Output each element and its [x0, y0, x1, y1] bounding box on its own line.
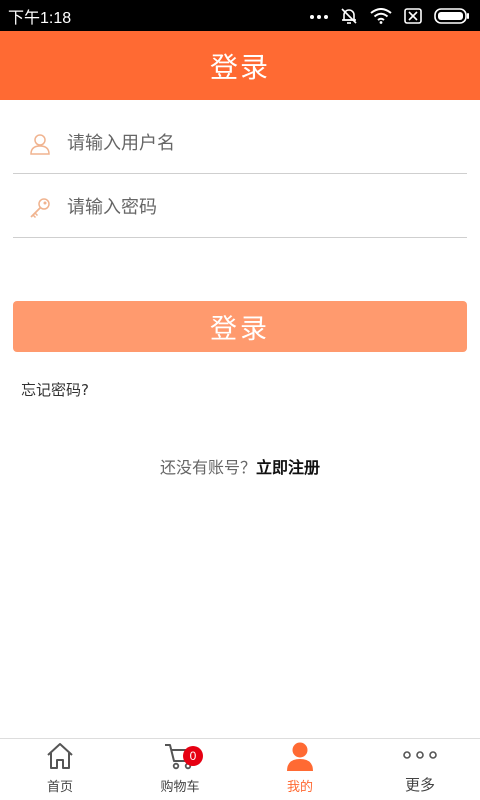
- key-icon: [27, 195, 53, 221]
- bell-muted-icon: [340, 7, 358, 25]
- nav-label-mine: 我的: [286, 780, 313, 795]
- more-dots-icon: [402, 739, 438, 770]
- password-field[interactable]: [13, 178, 467, 238]
- no-sim-icon: [404, 7, 422, 24]
- page-title: 登录: [209, 50, 270, 84]
- status-icons: [310, 7, 470, 25]
- register-prompt: 还没有账号？: [159, 458, 256, 477]
- profile-icon: [286, 740, 314, 772]
- home-icon: [45, 740, 75, 772]
- status-time: 下午1:18: [8, 9, 72, 27]
- header-bar: 登录: [0, 31, 480, 100]
- nav-label-more: 更多: [404, 776, 435, 794]
- register-link[interactable]: 立即注册: [256, 458, 320, 477]
- status-bar: 下午1:18: [0, 0, 480, 31]
- password-input[interactable]: [67, 187, 467, 228]
- login-button[interactable]: 登录: [13, 301, 467, 352]
- username-field[interactable]: [13, 114, 467, 174]
- battery-icon: [434, 7, 470, 24]
- nav-item-mine[interactable]: 我的: [240, 739, 360, 800]
- user-icon: [27, 131, 53, 157]
- more-dots-icon: [310, 12, 328, 20]
- wifi-icon: [370, 7, 392, 24]
- nav-item-cart[interactable]: 0 购物车: [120, 739, 240, 800]
- register-row: 还没有账号？立即注册: [0, 454, 480, 478]
- forgot-password-link[interactable]: 忘记密码?: [21, 379, 89, 400]
- nav-label-cart: 购物车: [160, 780, 200, 795]
- cart-badge: 0: [183, 746, 203, 766]
- username-input[interactable]: [67, 123, 467, 164]
- nav-item-more[interactable]: 更多: [360, 739, 480, 800]
- nav-item-home[interactable]: 首页: [0, 739, 120, 800]
- nav-label-home: 首页: [46, 780, 73, 795]
- bottom-nav: 首页 0 购物车 我的 更多: [0, 738, 480, 800]
